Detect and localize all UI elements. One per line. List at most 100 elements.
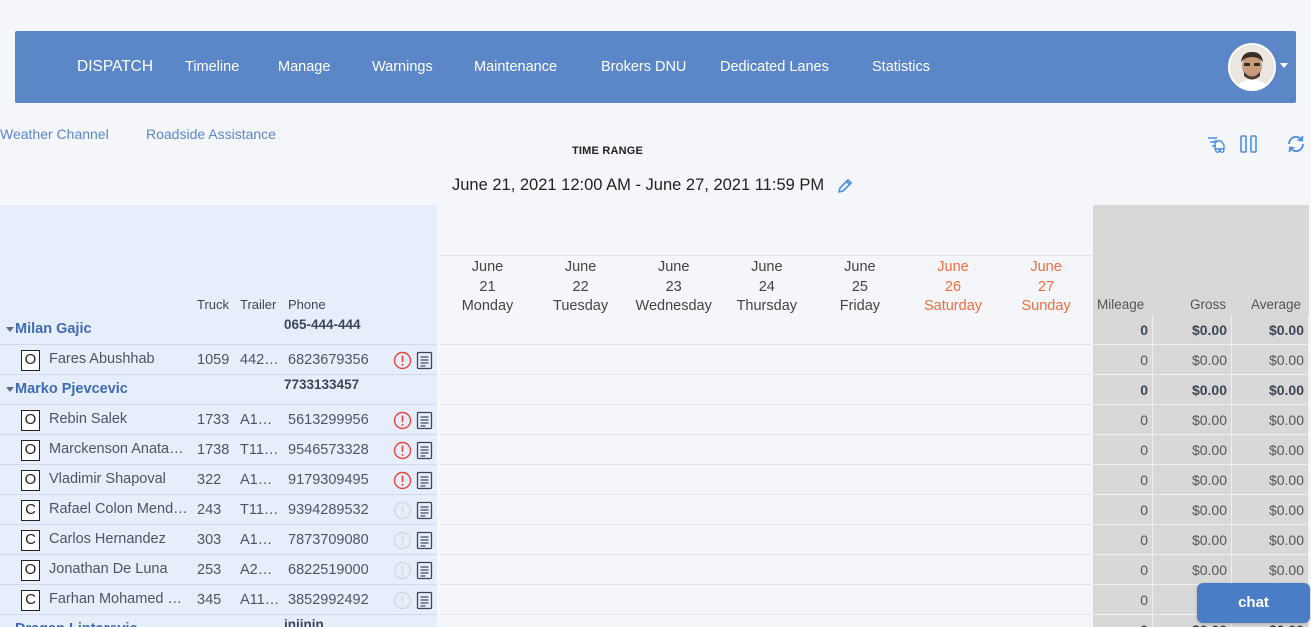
average-value: $0.00 [1232,345,1309,375]
driver-name[interactable]: Fares Abushhab [49,351,192,367]
row-calendar-cell[interactable] [440,585,1093,615]
row-calendar-cell[interactable] [440,375,1093,405]
link-roadside-assistance[interactable]: Roadside Assistance [146,126,276,142]
dispatcher-name[interactable]: Marko Pjevcevic [15,381,128,397]
trailer-number: A1035 [240,472,280,488]
row-calendar-cell[interactable] [440,555,1093,585]
warning-inactive-icon[interactable] [393,531,412,550]
driver-row[interactable]: CCarlos Hernandez303A100…78737090800$0.0… [0,525,1311,555]
driver-name[interactable]: Rafael Colon Mend… [49,501,192,517]
document-icon[interactable] [416,351,433,370]
mileage-value: 0 [1093,345,1153,375]
brand-dispatch[interactable]: DISPATCH [77,58,153,76]
gross-value: $0.00 [1153,345,1232,375]
driver-status-badge: O [21,560,40,581]
collapse-triangle-icon[interactable] [6,327,14,332]
warning-icon[interactable] [393,471,412,490]
dispatcher-name[interactable]: Milan Gajic [15,321,92,337]
edit-pencil-icon[interactable] [836,177,854,195]
day-date: 24 [758,278,775,295]
dispatcher-name[interactable]: Dragan Lintarevic [15,621,138,627]
driver-row[interactable]: CFarhan Mohamed …345A117238529924920$$0.… [0,585,1311,615]
trailer-number: A1200 [240,412,280,428]
driver-phone: 6822519000 [288,562,369,578]
document-icon[interactable] [416,591,433,610]
trailer-number: 442… [240,352,279,368]
warning-inactive-icon[interactable] [393,561,412,580]
row-calendar-cell[interactable] [440,405,1093,435]
row-calendar-cell[interactable] [440,525,1093,555]
user-avatar[interactable] [1228,43,1276,91]
warning-icon[interactable] [393,351,412,370]
nav-link-statistics[interactable]: Statistics [872,59,930,75]
document-icon[interactable] [416,561,433,580]
nav-link-manage[interactable]: Manage [278,59,330,75]
driver-name[interactable]: Marckenson Anata… [49,441,192,457]
driver-row[interactable]: O Rebin Salek 1733 A1200 5613299956 0 $0.00 $0.… [0,405,1311,435]
document-icon[interactable] [416,441,433,460]
refresh-icon[interactable] [1285,133,1307,155]
day-month: June [657,259,690,275]
driver-name[interactable]: Vladimir Shapoval [49,471,192,487]
driver-row[interactable]: O Marckenson Anata… 1738 T1139 9546573328 0 $0… [0,435,1311,465]
columns-view-icon[interactable] [1238,133,1260,155]
driver-status-badge: O [21,410,40,431]
driver-status-badge: O [21,350,40,371]
document-icon[interactable] [416,411,433,430]
average-value: $0.00 [1232,465,1309,495]
mileage-value: 0 [1093,405,1153,435]
group-row[interactable]: Marko Pjevcevic 7733133457 0 $0.00 $0.00 [0,375,1311,405]
dispatcher-phone: jnjjnjn [284,617,324,627]
driver-status-badge: O [21,440,40,461]
nav-link-timeline[interactable]: Timeline [185,59,239,75]
gross-value: $0.00 [1153,525,1232,555]
nav-link-maintenance[interactable]: Maintenance [474,59,557,75]
group-row[interactable]: Milan Gajic 065-444-444 0 $0.00 $0.00 [0,315,1311,345]
avatar-dropdown-caret-icon[interactable] [1280,63,1288,68]
driver-phone: 9394289532 [288,502,369,518]
average-value: $0.00 [1232,555,1309,585]
row-calendar-cell[interactable] [440,615,1093,627]
driver-name[interactable]: Carlos Hernandez [49,531,192,547]
row-calendar-cell[interactable] [440,315,1093,345]
link-weather-channel[interactable]: Weather Channel [0,126,109,142]
gross-value: $0.00 [1153,495,1232,525]
trailer-number: T1139 [240,442,280,458]
mileage-value: 0 [1093,315,1153,345]
group-row[interactable]: Dragan Lintarevicjnjjnjn0$0.00$0.00 [0,615,1311,627]
average-value: $0.00 [1232,525,1309,555]
gross-value: $0.00 [1153,315,1232,345]
warning-icon[interactable] [393,441,412,460]
driver-row[interactable]: C Rafael Colon Mend… 243 T1155 9394289532 0 $0… [0,495,1311,525]
driver-name[interactable]: Rebin Salek [49,411,192,427]
time-range-value[interactable]: June 21, 2021 12:00 AM - June 27, 2021 1… [452,176,824,195]
nav-link-brokers-dnu[interactable]: Brokers DNU [601,59,686,75]
top-navbar: DISPATCH Timeline Manage Warnings Mainte… [15,31,1296,103]
chat-button[interactable]: chat [1197,583,1310,623]
nav-link-dedicated-lanes[interactable]: Dedicated Lanes [720,59,829,75]
row-calendar-cell[interactable] [440,345,1093,375]
average-value: $0.00 [1232,315,1309,345]
document-icon[interactable] [416,471,433,490]
truck-filter-icon[interactable] [1205,133,1227,155]
col-header-gross: Gross [1190,297,1227,312]
driver-name[interactable]: Farhan Mohamed … [49,591,192,607]
day-date: 26 [944,278,962,295]
warning-inactive-icon[interactable] [393,501,412,520]
driver-row[interactable]: O Fares Abushhab 1059 442… 6823679356 0 $0.00 $… [0,345,1311,375]
driver-row[interactable]: O Vladimir Shapoval 322 A1035 9179309495 0 $0.… [0,465,1311,495]
document-icon[interactable] [416,531,433,550]
truck-number: 322 [197,472,222,488]
average-value: $0.00 [1232,405,1309,435]
row-calendar-cell[interactable] [440,495,1093,525]
driver-row[interactable]: O Jonathan De Luna 253 A27… 6822519000 0 $0.00… [0,555,1311,585]
collapse-triangle-icon[interactable] [6,387,14,392]
warning-icon[interactable] [393,411,412,430]
nav-link-warnings[interactable]: Warnings [372,59,433,75]
warning-inactive-icon[interactable] [393,591,412,610]
row-calendar-cell[interactable] [440,435,1093,465]
row-calendar-cell[interactable] [440,465,1093,495]
day-date: 25 [851,278,868,295]
driver-name[interactable]: Jonathan De Luna [49,561,192,577]
document-icon[interactable] [416,501,433,520]
